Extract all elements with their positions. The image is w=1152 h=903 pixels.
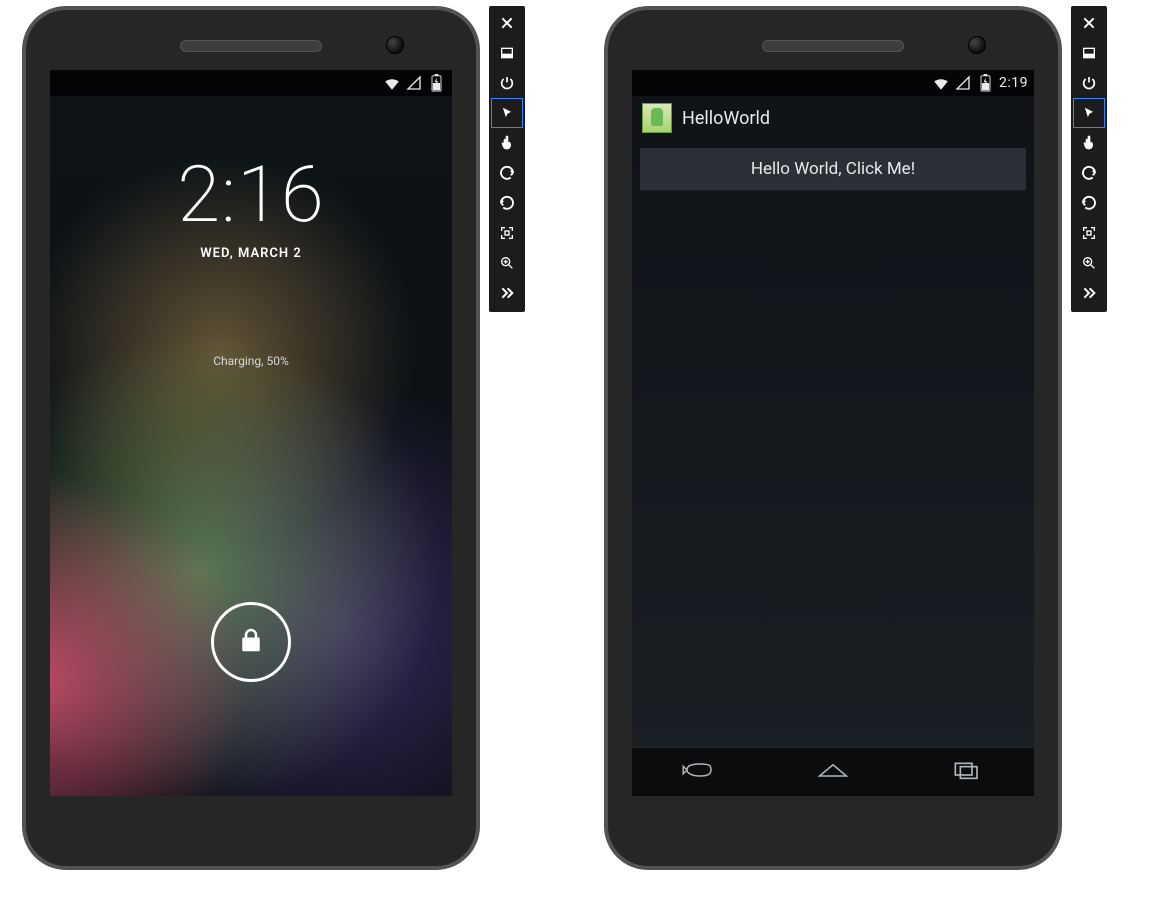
fit-window-button[interactable] <box>1073 218 1105 248</box>
status-bar: 2:19 <box>632 70 1034 96</box>
rotate-right-icon <box>1080 194 1098 212</box>
front-camera <box>968 36 986 54</box>
rotate-left-button[interactable] <box>491 158 523 188</box>
statusbar-clock: 2:19 <box>999 75 1028 91</box>
fit-window-button[interactable] <box>491 218 523 248</box>
emulator-frame-left: 2:16 WED, MARCH 2 Charging, 50% <box>22 6 480 870</box>
app-title: HelloWorld <box>682 108 770 129</box>
fit-window-icon <box>1081 225 1097 241</box>
minimize-icon <box>499 45 515 61</box>
pointer-icon <box>500 106 514 120</box>
battery-charging-icon <box>975 73 995 93</box>
emulator-frame-right: 2:19 HelloWorld Hello World, Click Me! <box>604 6 1062 870</box>
power-button[interactable] <box>1073 68 1105 98</box>
back-icon <box>681 760 717 784</box>
zoom-in-icon <box>1081 255 1097 271</box>
pointer-mode-button[interactable] <box>491 98 523 128</box>
rotate-left-icon <box>498 164 516 182</box>
pointer-icon <box>1082 106 1096 120</box>
pointer-mode-button[interactable] <box>1073 98 1105 128</box>
zoom-in-button[interactable] <box>1073 248 1105 278</box>
fit-window-icon <box>499 225 515 241</box>
touch-mode-button[interactable] <box>491 128 523 158</box>
minimize-button[interactable] <box>491 38 523 68</box>
wifi-icon <box>382 73 402 93</box>
signal-icon <box>953 73 973 93</box>
power-button[interactable] <box>491 68 523 98</box>
minimize-button[interactable] <box>1073 38 1105 68</box>
rotate-right-button[interactable] <box>1073 188 1105 218</box>
rotate-left-button[interactable] <box>1073 158 1105 188</box>
more-button[interactable] <box>491 278 523 308</box>
rotate-left-icon <box>1080 164 1098 182</box>
home-icon <box>815 760 851 784</box>
device-screen-left[interactable]: 2:16 WED, MARCH 2 Charging, 50% <box>50 70 452 796</box>
charging-status: Charging, 50% <box>50 354 452 368</box>
earpiece <box>180 40 322 52</box>
battery-charging-icon <box>426 73 446 93</box>
touch-icon <box>1081 135 1097 151</box>
home-button[interactable] <box>803 757 863 787</box>
zoom-in-icon <box>499 255 515 271</box>
recents-icon <box>952 760 982 784</box>
rotate-right-icon <box>498 194 516 212</box>
signal-icon <box>404 73 424 93</box>
status-bar <box>50 70 452 96</box>
touch-mode-button[interactable] <box>1073 128 1105 158</box>
app-body: Hello World, Click Me! <box>632 140 1034 748</box>
touch-icon <box>499 135 515 151</box>
lockscreen-date: WED, MARCH 2 <box>50 246 452 261</box>
unlock-ring[interactable] <box>211 602 291 682</box>
emulator-toolbar-right <box>1071 6 1107 312</box>
close-button[interactable] <box>491 8 523 38</box>
hello-world-button[interactable]: Hello World, Click Me! <box>640 148 1026 190</box>
recents-button[interactable] <box>937 757 997 787</box>
zoom-in-button[interactable] <box>491 248 523 278</box>
front-camera <box>386 36 404 54</box>
action-bar: HelloWorld <box>632 96 1034 141</box>
chevrons-right-icon <box>1081 285 1097 301</box>
wifi-icon <box>931 73 951 93</box>
close-icon <box>1081 15 1097 31</box>
navigation-bar <box>632 747 1034 796</box>
power-icon <box>499 75 515 91</box>
lockscreen-time: 2:16 <box>50 150 452 241</box>
earpiece <box>762 40 904 52</box>
lock-icon <box>236 625 266 659</box>
minimize-icon <box>1081 45 1097 61</box>
close-button[interactable] <box>1073 8 1105 38</box>
more-button[interactable] <box>1073 278 1105 308</box>
power-icon <box>1081 75 1097 91</box>
chevrons-right-icon <box>499 285 515 301</box>
app-icon <box>642 103 672 133</box>
close-icon <box>499 15 515 31</box>
back-button[interactable] <box>669 757 729 787</box>
device-screen-right[interactable]: 2:19 HelloWorld Hello World, Click Me! <box>632 70 1034 796</box>
rotate-right-button[interactable] <box>491 188 523 218</box>
emulator-toolbar-left <box>489 6 525 312</box>
